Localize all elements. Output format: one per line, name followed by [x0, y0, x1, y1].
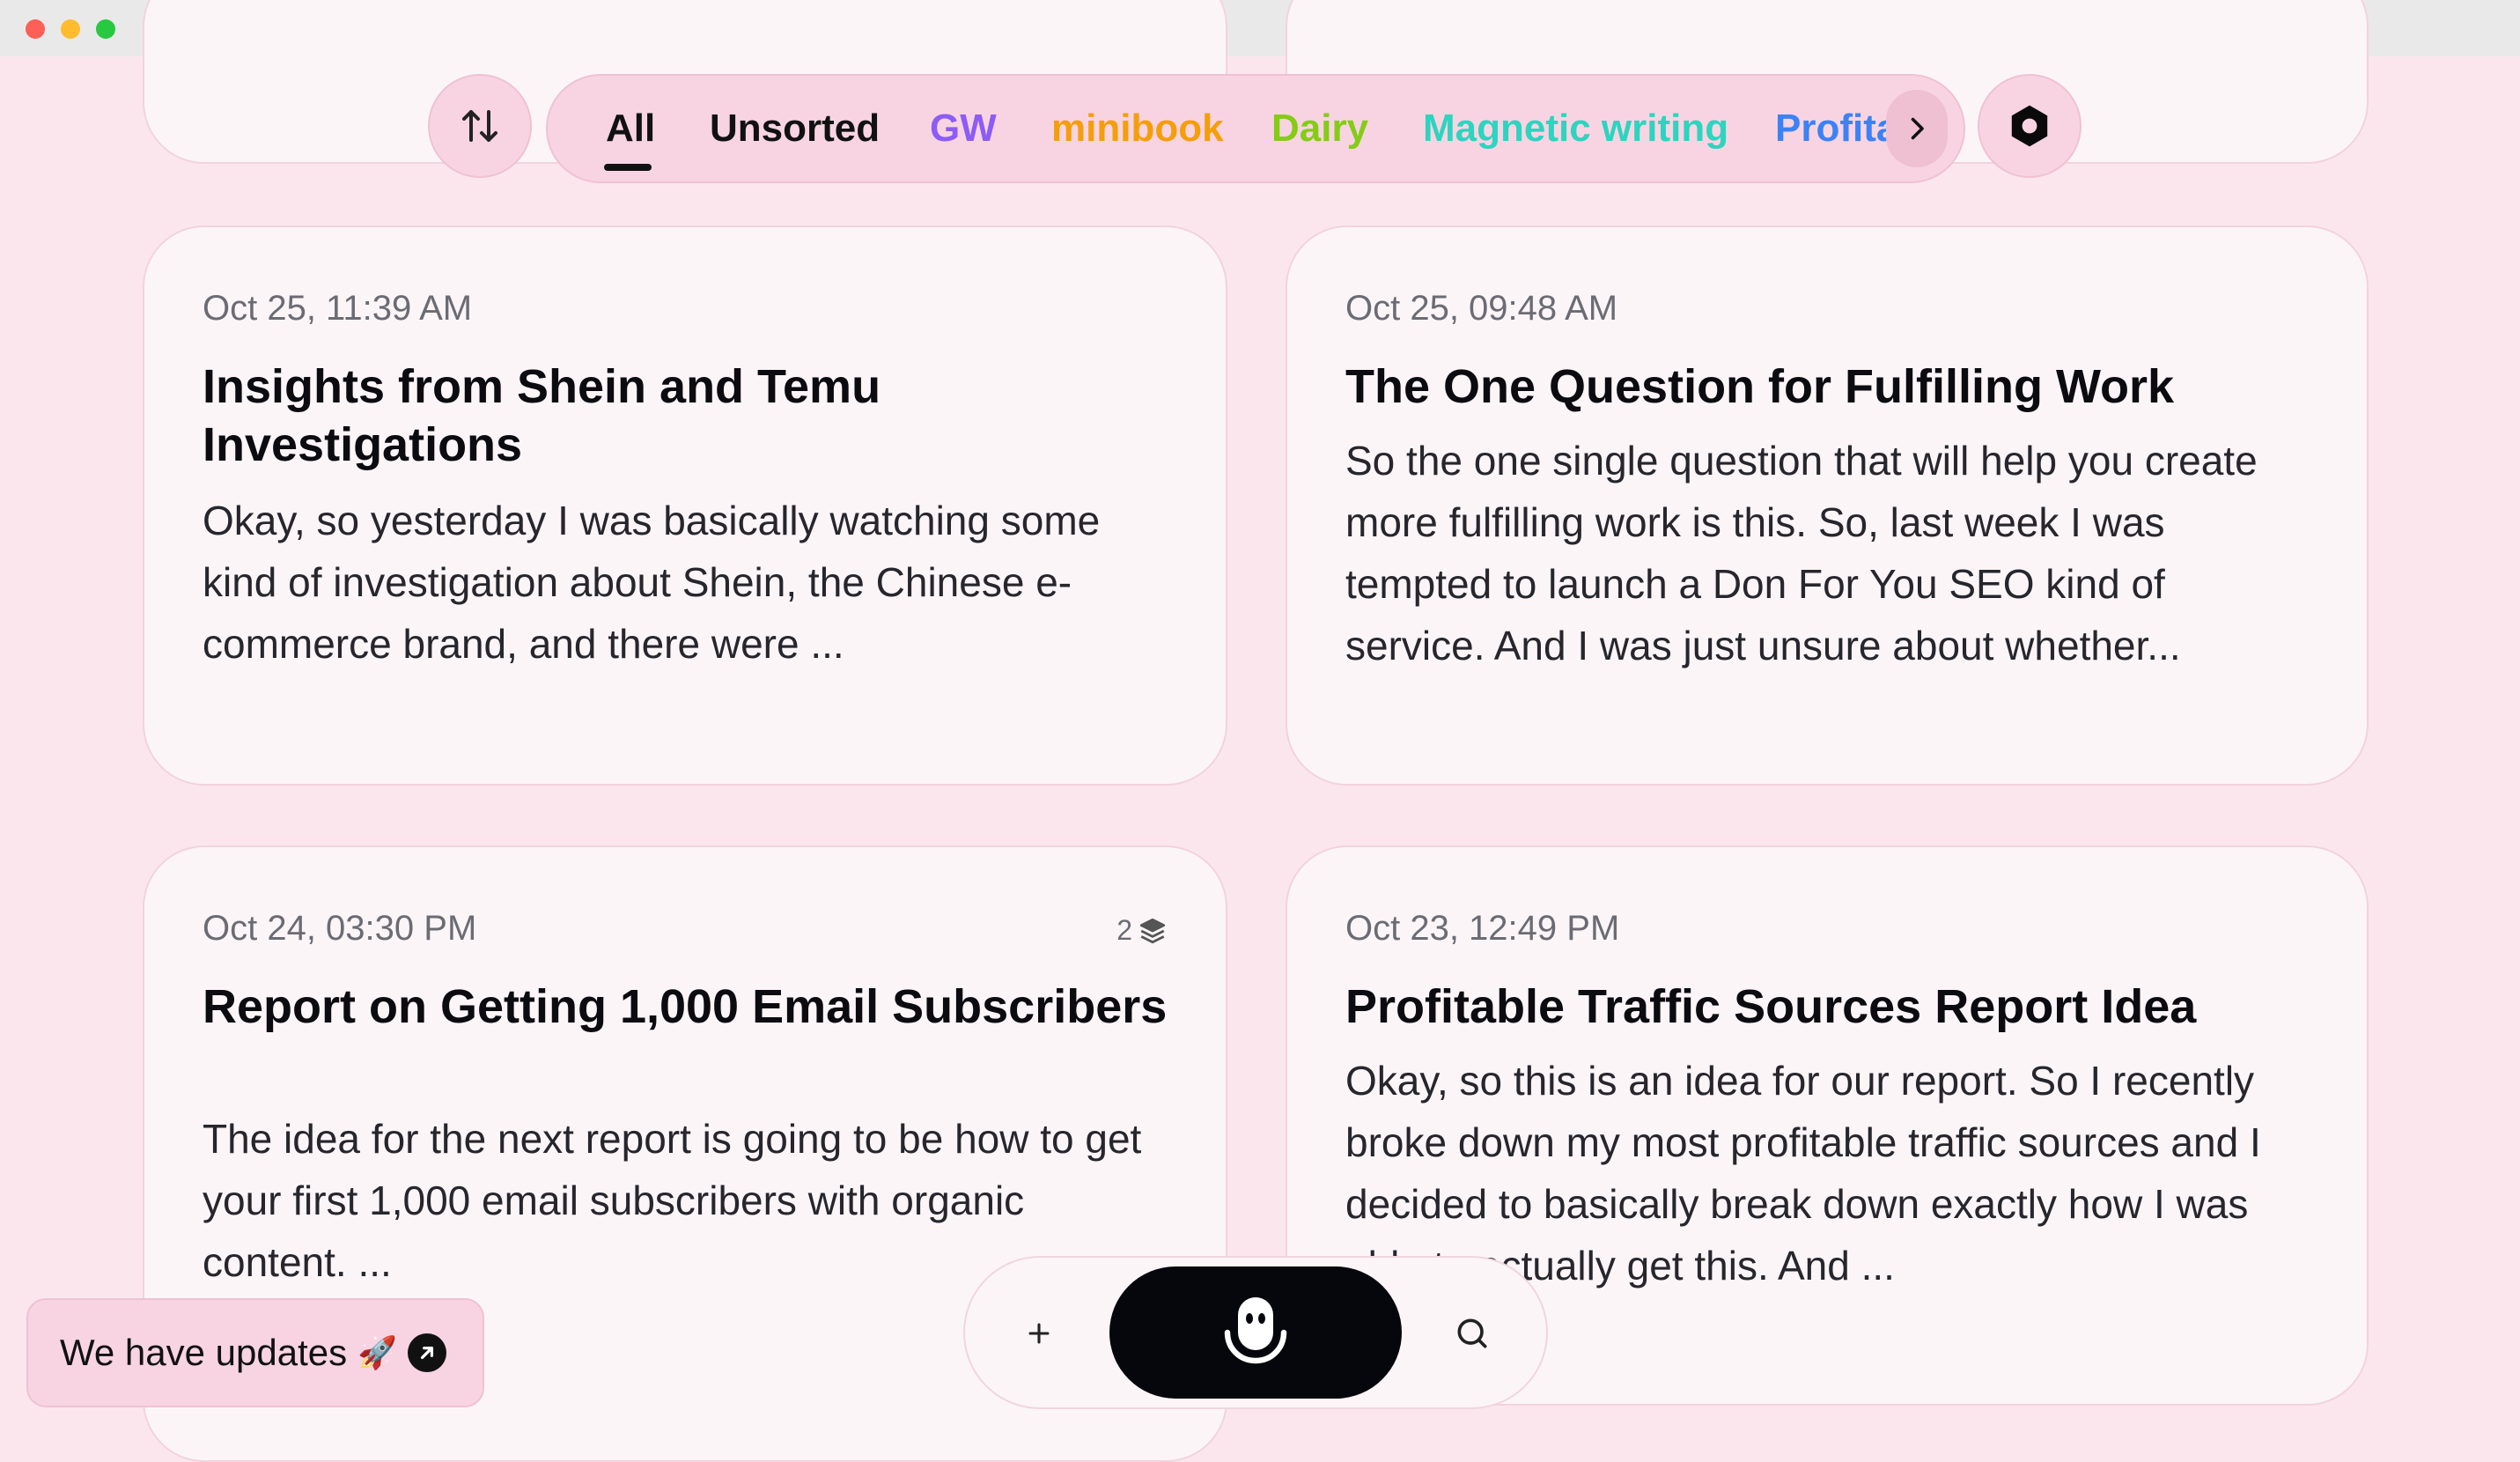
arrow-up-right-icon — [407, 1333, 446, 1372]
note-date: Oct 23, 12:49 PM — [1345, 909, 1620, 948]
record-button[interactable] — [1109, 1266, 1402, 1399]
note-card[interactable]: Oct 25, 11:39 AM Insights from Shein and… — [143, 225, 1227, 786]
note-card[interactable]: Oct 25, 09:48 AM The One Question for Fu… — [1286, 225, 2369, 786]
search-button[interactable] — [1419, 1291, 1525, 1376]
tab-unsorted[interactable]: Unsorted — [710, 76, 880, 181]
settings-button[interactable] — [1978, 74, 2082, 178]
tab-minibook[interactable]: minibook — [1051, 76, 1224, 181]
note-date: Oct 24, 03:30 PM — [203, 909, 477, 948]
note-title: The One Question for Fulfilling Work — [1345, 360, 2174, 413]
add-note-button[interactable] — [986, 1291, 1092, 1376]
category-tabs: All Unsorted GW minibook Dairy Magnetic … — [546, 74, 1965, 183]
updates-label: We have updates — [60, 1332, 348, 1373]
window-minimize-button[interactable] — [61, 19, 80, 39]
sort-arrows-icon — [462, 110, 497, 142]
chevron-right-icon — [1911, 117, 1924, 140]
note-title: Profitable Traffic Sources Report Idea — [1345, 980, 2197, 1033]
note-title: Insights from Shein and Temu Investigati… — [203, 360, 881, 471]
stack-layers-icon — [1139, 918, 1166, 943]
plus-icon — [1028, 1323, 1050, 1344]
tab-gw[interactable]: GW — [930, 76, 997, 181]
stack-badge: 2 — [1116, 914, 1168, 947]
tab-dairy[interactable]: Dairy — [1271, 76, 1368, 181]
more-tabs-button[interactable] — [1886, 90, 1948, 167]
sort-button[interactable] — [428, 74, 532, 178]
microphone-icon — [1224, 1297, 1287, 1364]
window-zoom-button[interactable] — [96, 19, 115, 39]
updates-banner[interactable]: We have updates 🚀 — [26, 1298, 484, 1407]
note-date: Oct 25, 09:48 AM — [1345, 289, 1618, 328]
search-icon — [1457, 1318, 1487, 1348]
note-excerpt: Okay, so yesterday I was basically watch… — [203, 498, 1101, 667]
tab-profita[interactable]: Profita — [1775, 76, 1897, 181]
hexagon-gear-icon — [2011, 105, 2048, 147]
note-excerpt: So the one single question that will hel… — [1345, 438, 2258, 668]
window-close-button[interactable] — [26, 19, 45, 39]
note-title: Report on Getting 1,000 Email Subscriber… — [203, 980, 1168, 1033]
tab-magnetic-writing[interactable]: Magnetic writing — [1423, 76, 1728, 181]
rocket-emoji: 🚀 — [357, 1334, 397, 1370]
note-date: Oct 25, 11:39 AM — [203, 289, 473, 328]
stack-count: 2 — [1116, 914, 1132, 946]
active-tab-indicator — [604, 164, 652, 171]
